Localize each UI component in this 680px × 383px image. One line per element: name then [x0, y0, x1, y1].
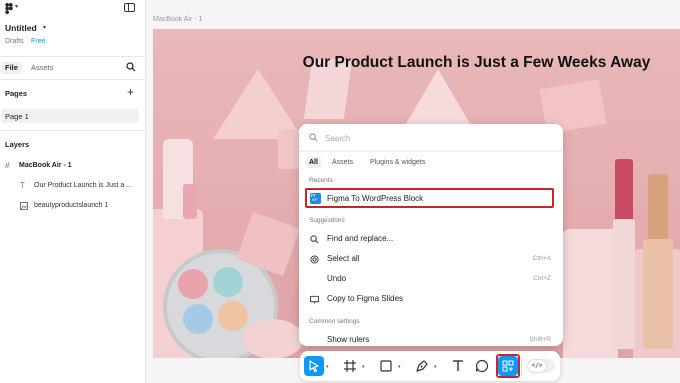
divider	[0, 79, 146, 80]
suggestion-select-all[interactable]: Select all Ctrl+A	[305, 250, 557, 268]
chevron-down-icon[interactable]: ▾	[398, 364, 401, 370]
slides-icon	[310, 295, 319, 304]
toggle-panel-icon[interactable]	[124, 3, 135, 12]
shortcut: Ctrl+Z	[533, 275, 551, 282]
dev-mode-toggle[interactable]: </>	[527, 359, 555, 373]
text-tool-button[interactable]	[448, 356, 468, 376]
recents-label: Recents	[309, 177, 333, 184]
file-title[interactable]: Untitled	[5, 23, 37, 33]
chevron-down-icon[interactable]: ▾	[326, 364, 329, 370]
popup-tab-plugins[interactable]: Plugins & widgets	[367, 157, 428, 168]
page-item[interactable]: Page 1	[1, 109, 139, 123]
eyeshadow-pan	[213, 267, 243, 297]
rectangle-icon	[380, 360, 392, 372]
highlight-outline	[305, 188, 554, 208]
comment-icon	[475, 359, 489, 373]
suggestion-undo[interactable]: Undo Ctrl+Z	[305, 270, 557, 288]
tab-assets[interactable]: Assets	[27, 62, 58, 74]
setting-show-rulers[interactable]: Show rulers Shift+R	[305, 331, 557, 346]
shortcut: Ctrl+A	[532, 255, 551, 262]
shape-tool-button[interactable]	[376, 356, 396, 376]
file-menu-chevron-icon[interactable]: ▾	[43, 24, 46, 31]
tab-file[interactable]: File	[1, 62, 22, 74]
lipstick	[613, 219, 635, 349]
pages-heading: Pages	[5, 89, 28, 98]
quick-actions-popup: All Assets Plugins & widgets Recents Fig…	[299, 124, 563, 346]
divider	[0, 56, 146, 57]
add-page-icon[interactable]: +	[127, 86, 134, 98]
item-label: Copy to Figma Slides	[327, 294, 404, 303]
chevron-down-icon[interactable]: ▾	[434, 364, 437, 370]
hash-icon: #	[5, 161, 10, 170]
text-icon: T	[20, 181, 25, 190]
layer-text[interactable]: Our Product Launch is Just a ...	[34, 182, 132, 189]
background-shape	[243, 319, 303, 358]
headline-text[interactable]: Our Product Launch is Just a Few Weeks A…	[153, 54, 680, 72]
figma-logo-icon[interactable]	[5, 3, 13, 14]
suggestion-copy-slides[interactable]: Copy to Figma Slides	[305, 290, 557, 308]
target-icon	[310, 255, 319, 264]
highlight-outline	[496, 354, 520, 378]
pen-icon	[416, 360, 428, 372]
frame-tool-button[interactable]	[340, 356, 360, 376]
search-icon	[310, 235, 319, 244]
plan-badge[interactable]: Free	[31, 38, 45, 45]
item-label: Show rulers	[327, 335, 370, 344]
background-shape	[403, 69, 473, 129]
move-icon	[309, 360, 319, 373]
shortcut: Shift+R	[529, 336, 552, 343]
frame-icon	[344, 360, 356, 372]
popup-search-input[interactable]	[325, 132, 545, 144]
pen-tool-button[interactable]	[412, 356, 432, 376]
page-label: Page 1	[5, 112, 29, 121]
image-icon	[20, 202, 28, 210]
popup-search-bar	[299, 124, 563, 152]
toolbar-divider	[521, 357, 522, 375]
layer-image[interactable]: beautyproductslaunch 1	[34, 202, 108, 209]
text-icon	[453, 360, 463, 371]
item-label: Select all	[327, 254, 360, 263]
lipstick	[643, 239, 673, 349]
popup-tab-assets[interactable]: Assets	[329, 157, 356, 168]
code-icon: </>	[528, 360, 546, 372]
eyeshadow-pan	[183, 304, 213, 334]
main-menu-chevron-icon[interactable]: ▾	[15, 3, 18, 10]
divider	[0, 130, 146, 131]
left-sidebar: ▾ Untitled ▾ Drafts Free File Assets Pag…	[0, 0, 146, 383]
eyeshadow-pan	[218, 301, 248, 331]
chevron-down-icon[interactable]: ▾	[362, 364, 365, 370]
layers-heading: Layers	[5, 140, 30, 149]
item-label: Find and replace...	[327, 234, 394, 243]
item-label: Undo	[327, 274, 347, 283]
move-tool-button[interactable]	[304, 356, 324, 376]
suggestion-find-replace[interactable]: Find and replace...	[305, 230, 557, 248]
lipstick	[183, 184, 197, 219]
sidebar-header: ▾ Untitled ▾ Drafts Free	[0, 0, 146, 56]
drafts-location[interactable]: Drafts	[5, 38, 24, 45]
search-icon	[309, 133, 318, 142]
frame-label[interactable]: MacBook Air - 1	[153, 16, 202, 23]
lipstick	[648, 174, 668, 244]
search-icon[interactable]	[126, 62, 136, 72]
eyeshadow-pan	[178, 269, 208, 299]
layer-frame[interactable]: MacBook Air - 1	[19, 162, 72, 169]
comment-tool-button[interactable]	[472, 356, 492, 376]
common-settings-label: Common settings	[309, 318, 360, 325]
suggestions-label: Suggestions	[309, 217, 345, 224]
popup-tab-all[interactable]: All	[306, 157, 321, 168]
pedestal	[563, 229, 618, 358]
